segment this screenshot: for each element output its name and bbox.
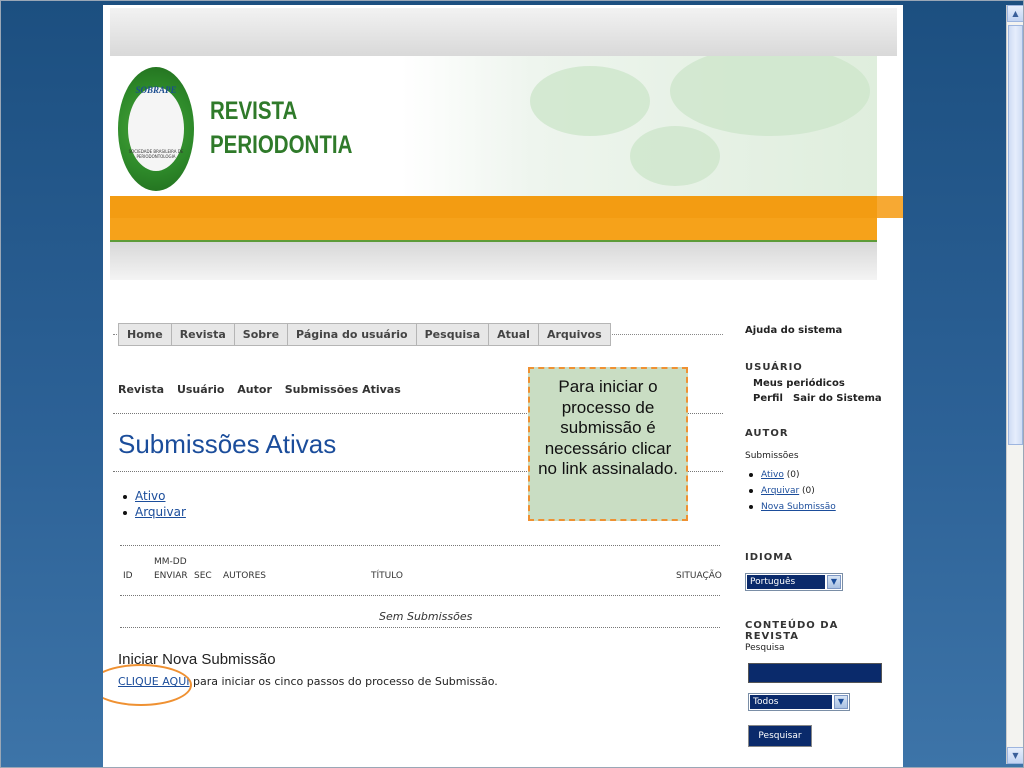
window-frame [0,0,1024,768]
